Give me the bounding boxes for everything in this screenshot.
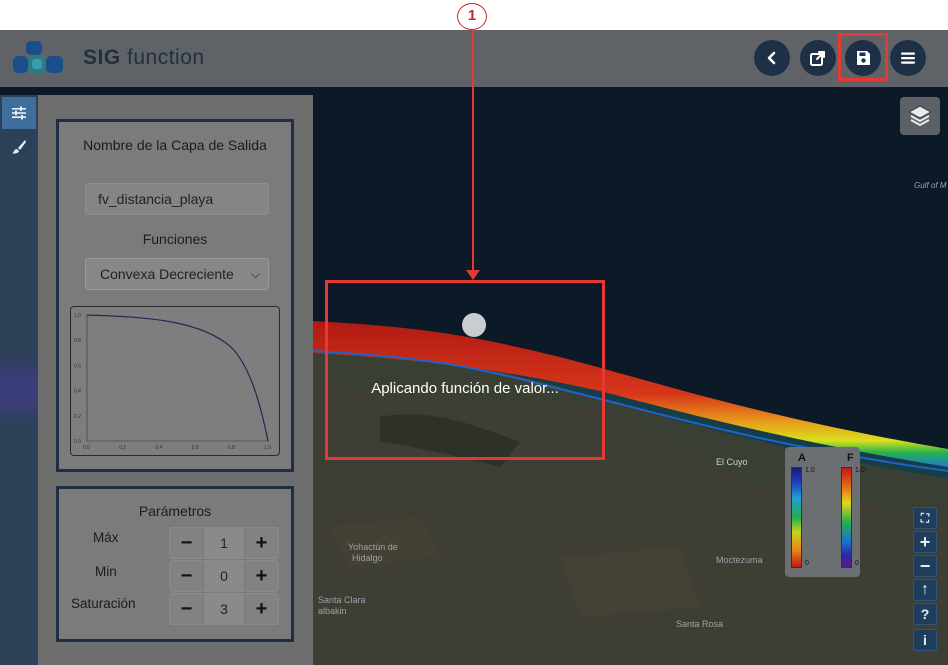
legend-f-colorbar	[841, 467, 852, 568]
zoom-in-button[interactable]: +	[913, 531, 937, 553]
plot-y-tick-label: 0.2	[74, 414, 81, 420]
hamburger-menu-icon	[901, 52, 915, 64]
param-max-increment-button[interactable]: +	[245, 528, 278, 558]
param-min-decrement-button[interactable]: −	[170, 561, 203, 591]
layers-button[interactable]	[900, 97, 940, 135]
param-min-label: Min	[95, 564, 117, 579]
param-min-increment-button[interactable]: +	[245, 561, 278, 591]
callout-arrowhead	[466, 270, 480, 280]
function-curve	[86, 314, 269, 442]
function-preview-plot: 1.0 0.8 0.6 0.4 0.2 0.0 0.0 0.2 0.4 0.6 0.8 1.0	[70, 306, 280, 456]
map-label-balkin: albakin	[318, 606, 347, 616]
loading-message: Aplicando función de valor...	[371, 380, 559, 397]
legend-f-label: F	[847, 452, 854, 464]
plot-x-tick-label: 1.0	[264, 445, 271, 451]
output-layer-input[interactable]: fv_distancia_playa	[85, 183, 269, 215]
parameters-box: Parámetros Máx − 1 + Min − 0 + Saturació…	[56, 486, 294, 642]
plot-y-tick-label: 0.6	[74, 363, 81, 369]
functions-label: Funciones	[142, 231, 208, 247]
param-saturation-value[interactable]: 3	[203, 594, 245, 624]
tab-style[interactable]	[2, 131, 36, 163]
legend-f-min: 0	[855, 560, 859, 567]
info-button[interactable]: i	[913, 629, 937, 651]
sidebar-tabs	[0, 95, 38, 665]
plot-y-tick-label: 0.0	[74, 439, 81, 445]
export-button[interactable]	[800, 40, 836, 76]
back-button[interactable]	[754, 40, 790, 76]
output-layer-label: Nombre de la Capa de Salida	[83, 137, 267, 153]
param-max-label: Máx	[93, 530, 119, 545]
param-saturation-increment-button[interactable]: +	[245, 594, 278, 624]
param-saturation-stepper: − 3 +	[169, 593, 279, 625]
parameters-title: Parámetros	[138, 503, 212, 519]
param-min-value[interactable]: 0	[203, 561, 245, 591]
param-saturation-decrement-button[interactable]: −	[170, 594, 203, 624]
function-select-value: Convexa Decreciente	[100, 266, 234, 282]
param-max-stepper: − 1 +	[169, 527, 279, 559]
map-label-moctezuma: Moctezuma	[716, 555, 763, 565]
help-button[interactable]: ?	[913, 603, 937, 625]
plot-x-tick-label: 0.2	[119, 445, 126, 451]
sliders-icon	[12, 106, 26, 120]
plot-x-tick-label: 0.6	[192, 445, 199, 451]
chevron-down-icon: ⌵	[250, 267, 260, 281]
brand-name: SIG function	[83, 46, 205, 69]
function-settings-box: Nombre de la Capa de Salida fv_distancia…	[56, 119, 294, 472]
share-icon	[810, 51, 825, 66]
plot-y-tick-label: 0.4	[74, 389, 81, 395]
map-label-gulf: Gulf of M	[914, 181, 947, 190]
function-panel: Nombre de la Capa de Salida fv_distancia…	[38, 95, 313, 665]
map-label-santa-clara: Santa Clara	[318, 595, 366, 605]
app-header: SIG function	[0, 30, 948, 87]
function-select[interactable]: Convexa Decreciente ⌵	[85, 258, 269, 290]
map-label-santa-rosa: Santa Rosa	[676, 619, 724, 629]
param-saturation-label: Saturación	[71, 596, 136, 611]
plot-x-tick-label: 0.0	[83, 445, 90, 451]
plot-y-tick-label: 1.0	[74, 313, 81, 319]
tab-parameters[interactable]	[2, 97, 36, 129]
map-label-hidalgo: Hidalgo	[352, 553, 383, 563]
param-min-stepper: − 0 +	[169, 560, 279, 592]
legend-a-colorbar	[791, 467, 802, 568]
legend-a-min: 0	[805, 560, 809, 567]
callout-number: 1	[457, 3, 487, 30]
chevron-left-icon	[767, 51, 776, 65]
plot-x-tick-label: 0.4	[155, 445, 162, 451]
param-max-value[interactable]: 1	[203, 528, 245, 558]
save-button-highlight	[838, 33, 888, 81]
paintbrush-icon	[12, 140, 26, 154]
legend-a-max: 1.0	[805, 467, 815, 474]
sigfunction-logo	[13, 41, 63, 74]
plot-x-tick-label: 0.8	[228, 445, 235, 451]
param-max-decrement-button[interactable]: −	[170, 528, 203, 558]
function-curve-chart: 1.0 0.8 0.6 0.4 0.2 0.0 0.0 0.2 0.4 0.6 0.8 1.0	[74, 313, 271, 451]
map-label-el-cuyo: El Cuyo	[716, 457, 748, 467]
loading-indicator-highlight: Aplicando función de valor...	[325, 280, 605, 460]
north-arrow-button[interactable]: ↑	[913, 579, 937, 601]
legend-f-max: 1.0	[855, 467, 865, 474]
tab-bar-accent	[0, 353, 38, 423]
layers-icon	[907, 105, 933, 127]
loading-spinner	[462, 313, 486, 337]
fullscreen-button[interactable]: ⛶	[913, 507, 937, 529]
plot-y-tick-label: 0.8	[74, 338, 81, 344]
menu-button[interactable]	[890, 40, 926, 76]
map-legend: A F 1.0 0 1.0 0	[785, 447, 865, 577]
legend-a-label: A	[798, 452, 806, 464]
callout-line	[472, 30, 474, 272]
zoom-out-button[interactable]: −	[913, 555, 937, 577]
map-label-yohactun: Yohactún de	[348, 542, 398, 552]
